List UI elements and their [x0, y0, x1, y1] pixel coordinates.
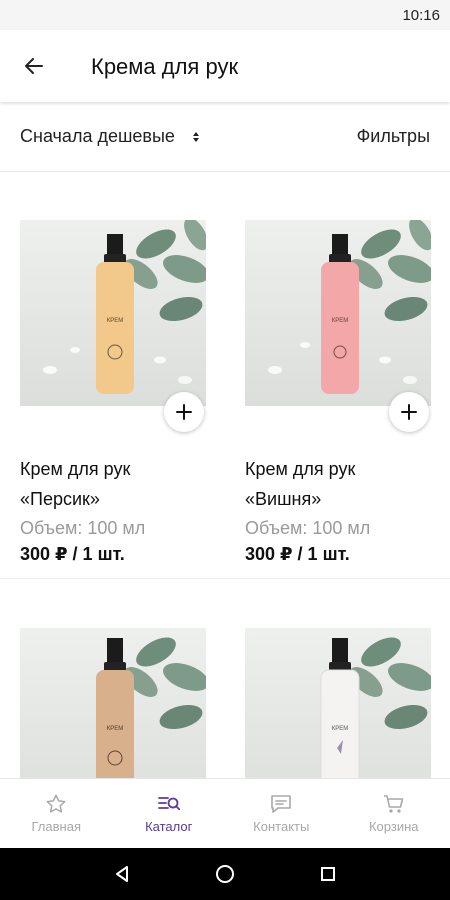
triangle-back-icon: [115, 866, 128, 882]
product-image[interactable]: КРЕМ: [245, 220, 431, 406]
svg-text:КРЕМ: КРЕМ: [332, 318, 349, 324]
nav-label: Корзина: [368, 819, 419, 834]
catalog-search-icon: [157, 797, 180, 811]
system-recents-button[interactable]: [308, 854, 348, 894]
row-divider: [0, 578, 450, 579]
svg-text:КРЕМ: КРЕМ: [107, 726, 124, 732]
nav-label: Каталог: [145, 819, 193, 834]
product-image[interactable]: КРЕМ: [20, 220, 206, 406]
bottle-picture: КРЕМ: [96, 638, 134, 778]
product-card[interactable]: КРЕМ: [20, 628, 206, 778]
product-name[interactable]: Крем для рук «Вишня»: [245, 454, 431, 514]
plus-icon: [401, 404, 417, 420]
star-icon: [46, 794, 66, 813]
app-bar: Крема для рук: [0, 30, 450, 102]
bottle-picture: КРЕМ: [268, 234, 417, 394]
bottle-picture: КРЕМ: [320, 638, 360, 778]
product-price: 300 ₽ / 1 шт.: [20, 544, 125, 564]
page-title: Крема для рук: [91, 54, 239, 79]
svg-text:КРЕМ: КРЕМ: [332, 726, 349, 732]
cart-icon: [383, 795, 404, 813]
back-button[interactable]: [14, 46, 54, 86]
svg-text:КРЕМ: КРЕМ: [107, 318, 124, 324]
nav-item-cart[interactable]: Корзина: [338, 779, 450, 848]
status-time: 10:16: [402, 7, 440, 24]
plus-icon: [176, 404, 192, 420]
system-back-button[interactable]: [102, 854, 142, 894]
product-volume: Объем: 100 мл: [245, 518, 371, 538]
product-price: 300 ₽ / 1 шт.: [245, 544, 350, 564]
product-card[interactable]: КРЕМ: [245, 628, 431, 778]
product-card[interactable]: КРЕМ Крем для рук «Вишня» Объем: 100 мл …: [245, 220, 431, 568]
bottom-navigation: Главная Каталог Контакты Корзина: [0, 778, 450, 848]
sort-bar: Сначала дешевые Фильтры: [0, 102, 450, 172]
chat-icon: [271, 795, 292, 813]
product-image[interactable]: КРЕМ: [245, 628, 431, 778]
product-volume: Объем: 100 мл: [20, 518, 146, 538]
nav-item-home[interactable]: Главная: [0, 779, 113, 848]
nav-label: Главная: [31, 819, 81, 834]
circle-home-icon: [215, 865, 234, 883]
product-card[interactable]: КРЕМ Крем для рук «Персик» Объем: 100 мл…: [20, 220, 206, 568]
sort-button[interactable]: Сначала дешевые: [20, 126, 199, 147]
product-grid: КРЕМ Крем для рук «Персик» Объем: 100 мл…: [0, 172, 450, 778]
nav-item-catalog[interactable]: Каталог: [113, 779, 226, 848]
arrow-left-icon: [25, 58, 43, 74]
bottle-picture: КРЕМ: [43, 234, 192, 394]
nav-item-contacts[interactable]: Контакты: [225, 779, 338, 848]
filter-button[interactable]: Фильтры: [357, 126, 430, 147]
add-to-cart-button[interactable]: [389, 392, 429, 432]
nav-label: Контакты: [253, 819, 310, 834]
square-recents-icon: [321, 867, 336, 881]
system-home-button[interactable]: [205, 854, 245, 894]
sort-label: Сначала дешевые: [20, 126, 175, 146]
product-image[interactable]: КРЕМ: [20, 628, 206, 778]
product-name[interactable]: Крем для рук «Персик»: [20, 454, 206, 514]
system-navigation-bar: [0, 848, 450, 900]
status-bar: 10:16: [0, 0, 450, 30]
add-to-cart-button[interactable]: [164, 392, 204, 432]
sort-arrows-icon: [192, 131, 199, 142]
